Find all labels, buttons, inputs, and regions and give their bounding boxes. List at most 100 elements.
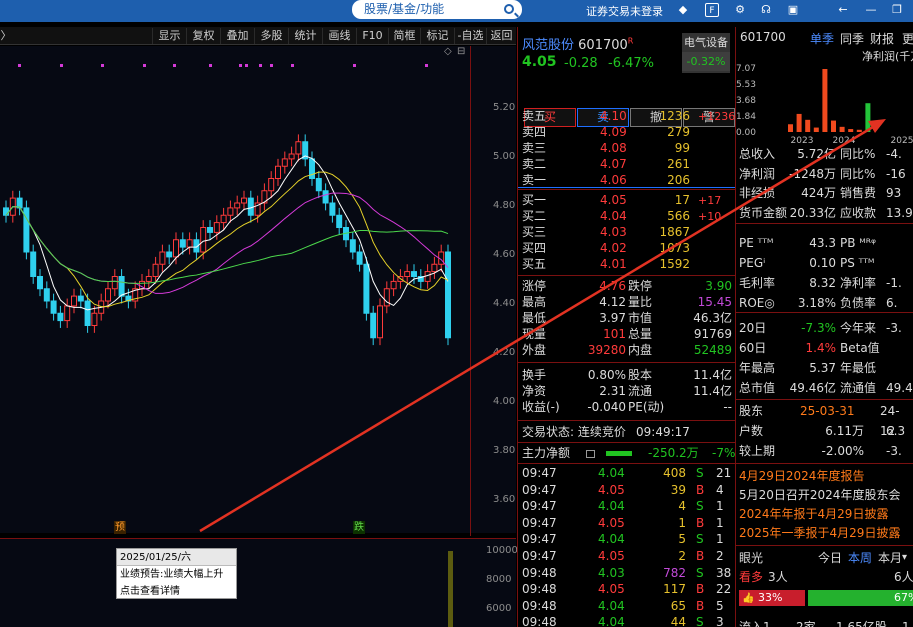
tab-same-quarter[interactable]: 同季 <box>840 30 864 47</box>
eye-tab-month[interactable]: 本月 <box>878 548 902 568</box>
event-tooltip[interactable]: 2025/01/25/六 业绩预告:业绩大幅上升 点击查看详情 <box>116 548 237 599</box>
candle[interactable] <box>247 197 254 216</box>
news-item[interactable]: 2024年年报于4月29日披露 <box>736 504 913 524</box>
expand-icon[interactable]: 〉 <box>0 28 12 44</box>
candle[interactable] <box>43 288 50 302</box>
candle[interactable] <box>281 158 288 167</box>
layers-icon[interactable]: ◆ <box>676 3 690 17</box>
candle[interactable] <box>71 295 77 307</box>
gear-icon[interactable]: ⚙ <box>733 3 747 17</box>
toolbar-2[interactable]: 叠加 <box>220 28 254 44</box>
toolbar-1[interactable]: 复权 <box>186 28 220 44</box>
candle[interactable] <box>118 276 125 297</box>
search-icon[interactable] <box>504 4 514 14</box>
candle[interactable] <box>275 165 281 179</box>
candle[interactable] <box>349 239 356 253</box>
mini-bar[interactable] <box>813 127 819 132</box>
chevron-down-icon[interactable]: ▾ <box>902 548 907 568</box>
minimize-icon[interactable]: — <box>864 3 878 17</box>
candle[interactable] <box>186 239 193 248</box>
main-flow-icon[interactable] <box>586 450 595 458</box>
eye-tab-week[interactable]: 本周 <box>848 548 872 568</box>
forecast-marker[interactable]: 预 <box>114 521 126 534</box>
candle[interactable] <box>159 251 166 265</box>
candle[interactable] <box>404 271 411 278</box>
f10-icon[interactable]: F <box>705 3 719 17</box>
candle[interactable] <box>30 251 37 277</box>
search-input[interactable]: 股票/基金/功能 <box>352 0 522 19</box>
toolbar-5[interactable]: 画线 <box>322 28 356 44</box>
mini-bar[interactable] <box>848 129 854 132</box>
candle[interactable] <box>363 263 370 314</box>
mini-bar[interactable] <box>805 119 811 132</box>
sector-box[interactable]: 电气设备 -0.32% <box>682 33 730 73</box>
candle[interactable] <box>179 239 186 248</box>
news-item[interactable]: 4月29日2024年度报告 <box>736 466 913 486</box>
trade-login-link[interactable]: 证券交易未登录 <box>586 3 663 19</box>
drop-marker[interactable]: 跌 <box>353 521 365 534</box>
thumb-up-icon[interactable]: 👍 <box>742 589 754 609</box>
toolbar-8[interactable]: 标记 <box>420 28 454 44</box>
toolbar-6[interactable]: F10 <box>356 28 388 44</box>
kline-chart[interactable] <box>0 46 516 533</box>
candle[interactable] <box>3 207 9 216</box>
toolbar-7[interactable]: 简框 <box>388 28 420 44</box>
candle[interactable] <box>336 214 343 228</box>
candle[interactable] <box>322 190 329 204</box>
volume-panel[interactable]: 10000 8000 6000 <box>0 538 518 627</box>
candle[interactable] <box>50 300 57 314</box>
candle[interactable] <box>356 251 363 265</box>
candle[interactable] <box>64 305 71 322</box>
candle[interactable] <box>77 295 84 302</box>
candle[interactable] <box>91 312 98 326</box>
mini-bar[interactable] <box>839 126 845 132</box>
toolbar-0[interactable]: 显示 <box>152 28 186 44</box>
candle[interactable] <box>152 263 159 277</box>
tooltip-line2[interactable]: 点击查看详情 <box>117 583 236 600</box>
candle[interactable] <box>145 276 152 282</box>
candle[interactable] <box>377 305 383 339</box>
mini-bar[interactable] <box>796 113 802 132</box>
candle[interactable] <box>166 251 173 258</box>
toolbar-3[interactable]: 多股 <box>254 28 288 44</box>
fold-icon[interactable]: ⊟ <box>457 46 467 58</box>
candle[interactable] <box>84 300 91 326</box>
candle[interactable] <box>241 197 247 204</box>
candle[interactable] <box>234 202 241 209</box>
mini-bar[interactable] <box>788 124 793 132</box>
candle[interactable] <box>37 276 43 290</box>
candle[interactable] <box>173 239 179 258</box>
toolbar-9[interactable]: -自选 <box>454 28 486 44</box>
candle[interactable] <box>57 312 64 322</box>
candle[interactable] <box>431 263 438 273</box>
candle[interactable] <box>390 280 397 290</box>
candle[interactable] <box>227 207 234 216</box>
tab-single-quarter[interactable]: 单季 <box>810 30 834 47</box>
candle[interactable] <box>411 271 417 278</box>
candle[interactable] <box>105 288 111 302</box>
candle[interactable] <box>268 178 275 192</box>
profit-mini-chart[interactable]: 17.07 5.53 3.68 1.84 0.00 2023 2024 2025 <box>736 63 913 143</box>
main-flow-row[interactable]: 主力净额 -250.2万 -7% <box>518 445 735 462</box>
mini-bar[interactable] <box>831 120 836 132</box>
mini-bar[interactable] <box>822 69 828 132</box>
message-icon[interactable]: ▣ <box>786 3 800 17</box>
settings-diamond-icon[interactable]: ◇ <box>444 46 454 58</box>
candle[interactable] <box>315 178 322 192</box>
headset-icon[interactable]: ☊ <box>759 3 773 17</box>
candle[interactable] <box>295 141 302 155</box>
news-item[interactable]: 2025年一季报于4月29日披露 <box>736 523 913 543</box>
toolbar-4[interactable]: 统计 <box>288 28 322 44</box>
candle[interactable] <box>111 276 118 290</box>
candle[interactable] <box>220 214 227 224</box>
candle[interactable] <box>16 197 23 209</box>
restore-icon[interactable]: ❐ <box>890 3 904 17</box>
candle[interactable] <box>207 227 213 233</box>
tab-report[interactable]: 财报 <box>870 30 894 47</box>
news-item[interactable]: 5月20日召开2024年度股东会 <box>736 485 913 505</box>
candle[interactable] <box>329 202 336 216</box>
candle[interactable] <box>288 153 295 160</box>
candle[interactable] <box>200 227 207 253</box>
toolbar-10[interactable]: 返回 <box>486 28 516 44</box>
back-icon[interactable]: ← <box>836 3 850 17</box>
